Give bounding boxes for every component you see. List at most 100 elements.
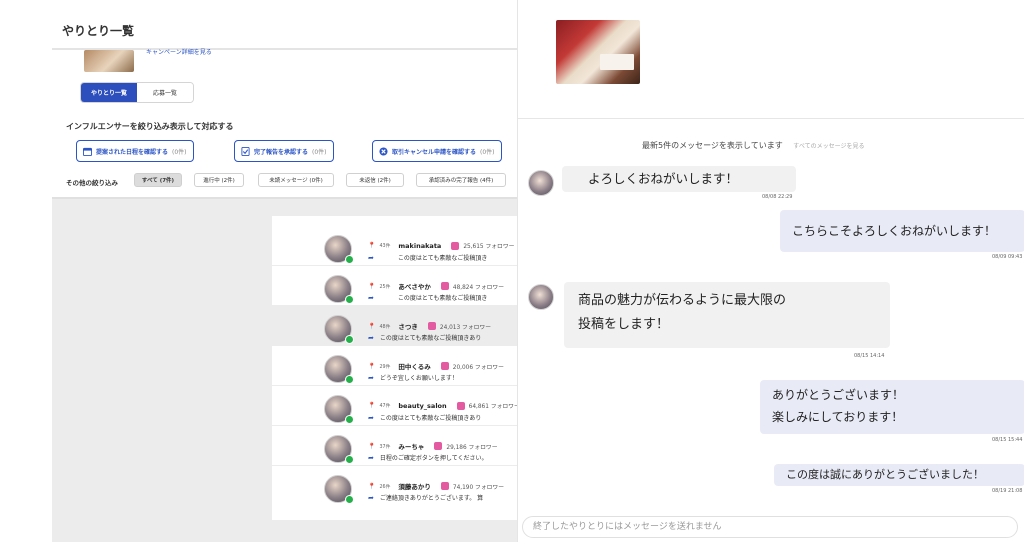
- approve-report-button[interactable]: 完了報告を承認する (0件): [234, 140, 334, 162]
- reply-arrow-icon: ➦: [368, 493, 374, 502]
- approve-report-count: (0件): [312, 148, 327, 156]
- message-bubble-outgoing: こちらこそよろしくおねがいします！: [780, 210, 1024, 252]
- follower-count: 74,190 フォロワー: [452, 484, 505, 491]
- influencer-name: あべさやか: [398, 283, 431, 291]
- post-count: 29件: [379, 364, 391, 370]
- list-item[interactable]: 📍 37件 みーちゃ 29,186 フォロワー ➦ 日程のご確定ボタンを押してく…: [272, 426, 517, 466]
- list-item[interactable]: 📍 47件 beauty_salon 64,861 フォロワー ➦ この度はとて…: [272, 386, 517, 426]
- list-item[interactable]: 📍 43件 makinakata 25,615 フォロワー ➦ この度はとても素…: [272, 226, 517, 266]
- online-status-icon: [345, 415, 354, 424]
- pin-icon: 📍: [368, 402, 376, 409]
- online-status-icon: [345, 375, 354, 384]
- message-line: 投稿をします！: [578, 317, 670, 333]
- online-status-icon: [345, 455, 354, 464]
- product-image: [556, 20, 640, 84]
- filter-all[interactable]: すべて (7件): [134, 173, 182, 187]
- follower-count: 64,861 フォロワー: [468, 404, 517, 410]
- message-line: 商品の魅力が伝わるように最大限の: [578, 293, 787, 308]
- confirm-schedule-count: (0件): [172, 148, 187, 156]
- last-message: この度はとても素敵なご投稿頂き: [397, 295, 488, 302]
- instagram-icon: [440, 482, 449, 490]
- follower-count: 25,615 フォロワー: [463, 244, 515, 250]
- post-count: 37件: [379, 444, 391, 450]
- pin-icon: 📍: [368, 362, 376, 370]
- follower-count: 20,006 フォロワー: [452, 364, 504, 371]
- chat-header-divider: [518, 118, 1024, 119]
- message-line: 楽しみにしております！: [772, 410, 904, 425]
- list-item[interactable]: 📍 29件 田中くるみ 20,006 フォロワー ➦ どうぞ宜しくお願いします！: [272, 346, 517, 386]
- message-timestamp: 08/09 09:43: [992, 254, 1023, 260]
- message-text: よろしくおねがいします！: [588, 171, 739, 186]
- list-item[interactable]: 📍 26件 須藤あかり 74,190 フォロワー ➦ ご連絡頂きありがとうござい…: [272, 466, 517, 506]
- view-tabs: やりとり一覧 応募一覧: [80, 82, 194, 103]
- pin-icon: 📍: [368, 322, 376, 330]
- message-bubble-incoming: 商品の魅力が伝わるように最大限の 投稿をします！: [564, 282, 890, 348]
- message-count-notice: 最新5件のメッセージを表示しています すべてのメッセージを見る: [642, 140, 864, 151]
- list-item[interactable]: 📍 25件 あべさやか 48,824 フォロワー ➦ この度はとても素敵なご投稿…: [272, 266, 517, 306]
- influencer-name: makinakata: [398, 241, 442, 250]
- message-text: こちらこそよろしくおねがいします！: [792, 224, 997, 238]
- chat-panel: 最新5件のメッセージを表示しています すべてのメッセージを見る よろしくおねがい…: [517, 0, 1024, 542]
- last-message: この度はとても素敵なご投稿頂きあり: [379, 335, 482, 342]
- message-input[interactable]: 終了したやりとりにはメッセージを送れません: [522, 516, 1018, 538]
- influencer-list: 📍 43件 makinakata 25,615 フォロワー ➦ この度はとても素…: [272, 216, 517, 520]
- message-timestamp: 08/19 21:08: [992, 488, 1023, 494]
- last-message: ご連絡頂きありがとうございます。 算: [379, 495, 484, 502]
- conversation-list-panel: やりとり一覧 キャンペーン詳細を見る やりとり一覧 応募一覧 インフルエンサーを…: [52, 0, 517, 542]
- campaign-thumbnail: [84, 50, 134, 72]
- filter-unread[interactable]: 未読メッセージ (0件): [258, 173, 334, 187]
- message-timestamp: 08/08 22:29: [762, 194, 793, 200]
- reply-arrow-icon: ➦: [368, 413, 374, 422]
- cancel-icon: [379, 146, 388, 156]
- confirm-schedule-button[interactable]: 提案された日程を確認する (0件): [76, 140, 194, 162]
- filter-approved-report[interactable]: 承認済みの完了報告 (4件): [416, 173, 506, 187]
- post-count: 47件: [379, 404, 391, 409]
- page-title: やりとり一覧: [62, 24, 135, 38]
- approve-report-label: 完了報告を承認する: [254, 148, 309, 156]
- other-filters-label: その他の絞り込み: [66, 179, 118, 187]
- message-bubble-outgoing: ありがとうございます！ 楽しみにしております！: [760, 380, 1024, 434]
- reply-arrow-icon: ➦: [368, 293, 374, 302]
- follower-count: 48,824 フォロワー: [452, 284, 505, 291]
- last-message: この度はとても素敵なご投稿頂きあり: [379, 415, 482, 422]
- reply-arrow-icon: ➦: [368, 373, 374, 382]
- last-message: この度はとても素敵なご投稿頂き: [397, 255, 488, 262]
- message-line: ありがとうございます！: [772, 388, 905, 402]
- reply-arrow-icon: ➦: [368, 253, 374, 262]
- notice-text: 最新5件のメッセージを表示しています: [642, 141, 783, 150]
- influencer-name: 須藤あかり: [398, 483, 431, 491]
- report-icon: [241, 146, 250, 156]
- list-item[interactable]: 📍 48件 さつき 24,013 フォロワー ➦ この度はとても素敵なご投稿頂き…: [272, 306, 517, 346]
- influencer-name: 田中くるみ: [398, 363, 431, 371]
- filter-in-progress[interactable]: 進行中 (2件): [194, 173, 244, 187]
- calendar-icon: [83, 147, 92, 156]
- influencer-avatar: [528, 170, 554, 196]
- pin-icon: 📍: [368, 482, 376, 490]
- follower-count: 24,013 フォロワー: [439, 324, 492, 331]
- pin-icon: 📍: [368, 242, 376, 249]
- message-timestamp: 08/15 15:44: [992, 437, 1023, 443]
- confirm-cancellation-button[interactable]: 取引キャンセル申請を確認する (0件): [372, 140, 502, 162]
- tab-conversations[interactable]: やりとり一覧: [81, 83, 137, 102]
- instagram-icon: [434, 442, 443, 450]
- post-count: 26件: [379, 484, 391, 490]
- instagram-icon: [427, 322, 436, 330]
- post-count: 25件: [379, 284, 391, 290]
- filter-unreplied[interactable]: 未返信 (2件): [346, 173, 404, 187]
- tab-applications[interactable]: 応募一覧: [137, 83, 193, 102]
- influencer-avatar: [528, 284, 554, 310]
- screen: やりとり一覧 キャンペーン詳細を見る やりとり一覧 応募一覧 インフルエンサーを…: [0, 0, 1024, 542]
- filter-section-title: インフルエンサーを絞り込み表示して対応する: [66, 122, 234, 131]
- message-bubble-outgoing: この度は誠にありがとうございました！: [774, 464, 1024, 486]
- online-status-icon: [345, 495, 354, 504]
- campaign-detail-link[interactable]: キャンペーン詳細を見る: [146, 47, 212, 56]
- message-bubble-incoming: よろしくおねがいします！: [562, 166, 796, 192]
- post-count: 43件: [379, 244, 391, 249]
- instagram-icon: [451, 241, 460, 250]
- view-all-messages-link[interactable]: すべてのメッセージを見る: [793, 143, 864, 150]
- post-count: 48件: [379, 324, 391, 330]
- instagram-icon: [456, 401, 465, 410]
- message-timestamp: 08/15 14:14: [854, 353, 885, 359]
- last-message: どうぞ宜しくお願いします！: [379, 375, 458, 382]
- influencer-name: さつき: [398, 323, 418, 331]
